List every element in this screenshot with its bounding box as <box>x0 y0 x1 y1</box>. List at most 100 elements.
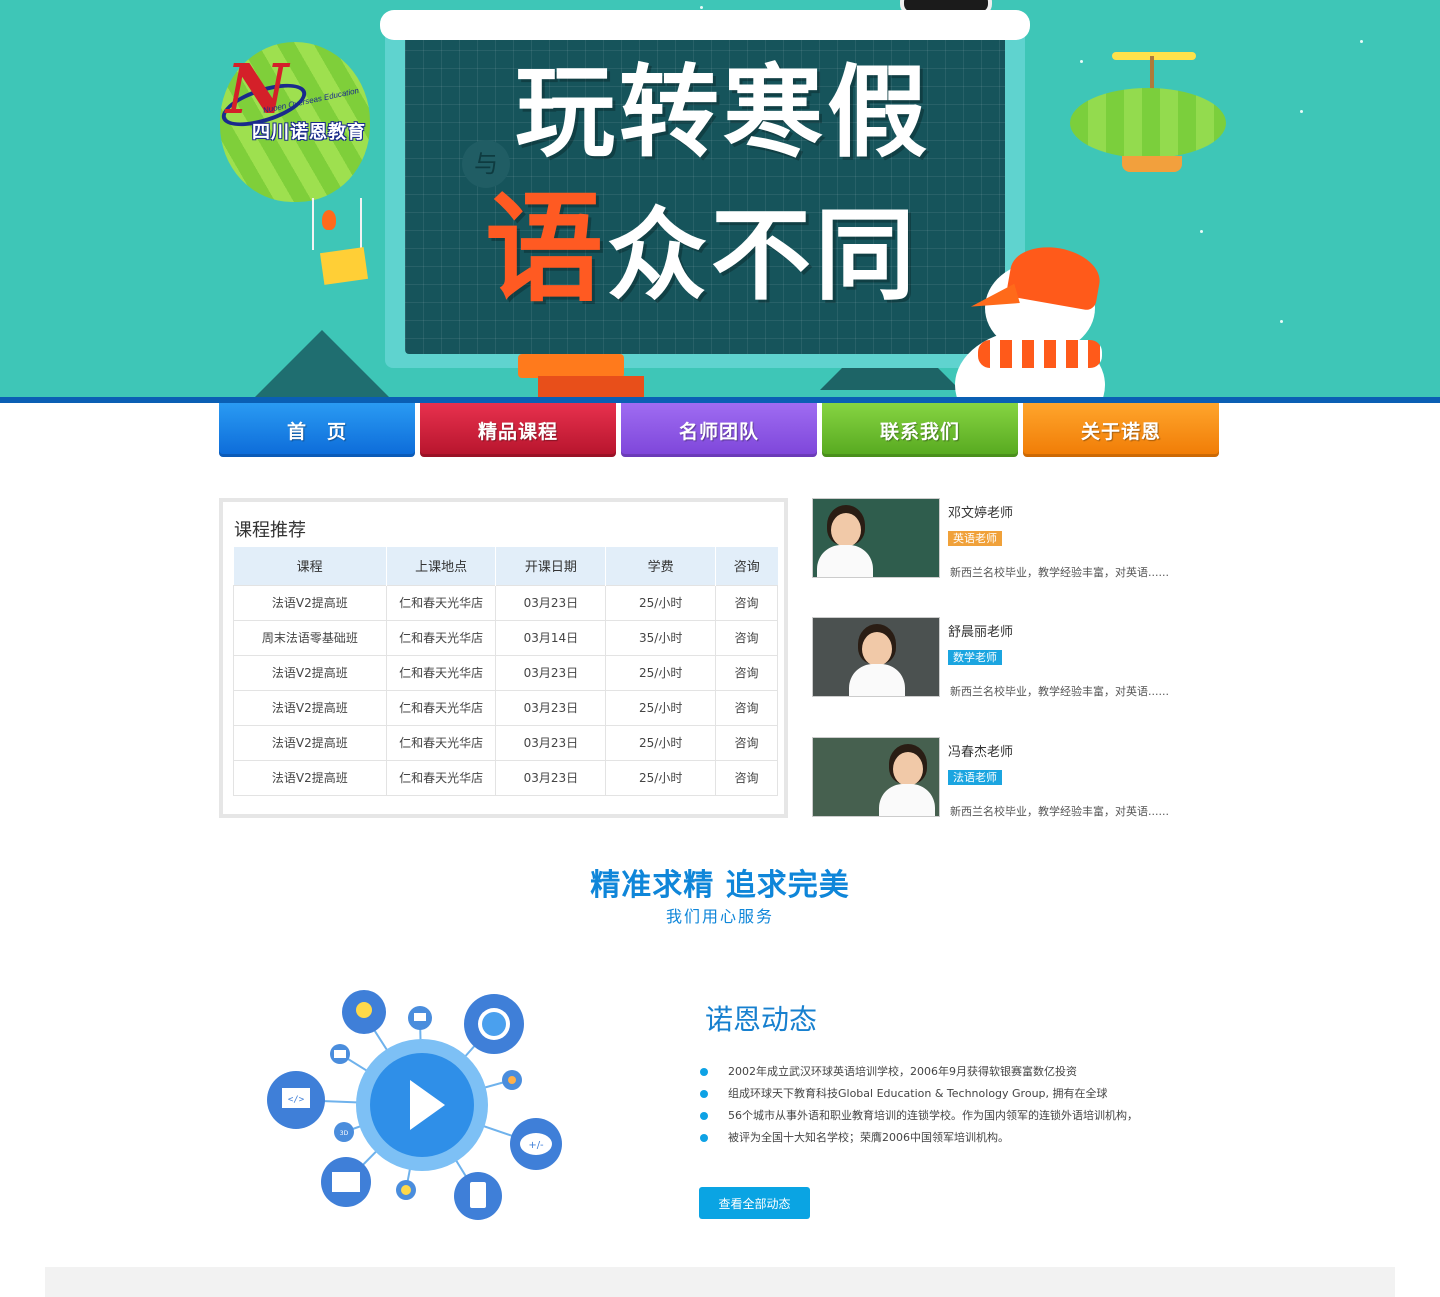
news-item: 被评为全国十大知名学校；荣膺2006中国领军培训机构。 <box>700 1129 1138 1151</box>
airship <box>1070 88 1226 158</box>
table-row: 法语V2提高班 仁和春天光华店 03月23日 25/小时 咨询 <box>233 724 778 761</box>
news-list: 2002年成立武汉环球英语培训学校，2006年9月获得软银赛富数亿投资 组成环球… <box>700 1063 1138 1151</box>
table-cell: 03月23日 <box>495 689 607 726</box>
news-item: 56个城市从事外语和职业教育培训的连锁学校。作为国内领军的连锁外语培训机构， <box>700 1107 1138 1129</box>
table-cell: 仁和春天光华店 <box>385 619 497 656</box>
consult-link[interactable]: 咨询 <box>715 619 778 656</box>
table-cell: 35/小时 <box>605 619 717 656</box>
table-cell: 03月23日 <box>495 724 607 761</box>
table-header-row: 课程 上课地点 开课日期 学费 咨询 <box>233 547 778 585</box>
table-row: 法语V2提高班 仁和春天光华店 03月23日 25/小时 咨询 <box>233 689 778 726</box>
math-label: +/- <box>528 1140 544 1151</box>
column-header: 学费 <box>605 547 717 585</box>
teacher-desc: 新西兰名校毕业，教学经验丰富，对英语...... <box>950 805 1169 818</box>
logo-letter[interactable]: N <box>226 56 288 124</box>
balloon-basket <box>319 247 369 285</box>
teacher-card[interactable]: 舒晨丽老师 数学老师 新西兰名校毕业，教学经验丰富，对英语...... <box>812 617 1212 698</box>
snowflake <box>1080 60 1083 63</box>
propeller-stick <box>1150 56 1154 90</box>
nav-teachers[interactable]: 名师团队 <box>621 403 817 457</box>
news-title: 诺恩动态 <box>705 1003 818 1036</box>
teacher-desc: 新西兰名校毕业，教学经验丰富，对英语...... <box>950 685 1169 698</box>
teacher-name[interactable]: 冯春杰老师 <box>948 741 1013 760</box>
column-header: 课程 <box>233 547 387 585</box>
table-cell: 法语V2提高班 <box>233 724 387 761</box>
logo-text[interactable]: 四川诺恩教育 <box>252 118 366 144</box>
table-cell: 03月23日 <box>495 654 607 691</box>
course-table: 课程 上课地点 开课日期 学费 咨询 法语V2提高班 仁和春天光华店 03月23日 2… <box>233 547 778 796</box>
teacher-photo[interactable] <box>812 737 940 817</box>
teacher-desc: 新西兰名校毕业，教学经验丰富，对英语...... <box>950 566 1169 579</box>
propeller-icon <box>1112 52 1196 60</box>
teacher-name[interactable]: 舒晨丽老师 <box>948 621 1013 640</box>
table-cell: 25/小时 <box>605 584 717 621</box>
table-cell: 25/小时 <box>605 654 717 691</box>
table-row: 法语V2提高班 仁和春天光华店 03月23日 25/小时 咨询 <box>233 584 778 621</box>
snowflake <box>1200 230 1203 233</box>
teacher-name[interactable]: 邓文婷老师 <box>948 502 1013 521</box>
teacher-card[interactable]: 冯春杰老师 法语老师 新西兰名校毕业，教学经验丰富，对英语...... <box>812 737 1212 818</box>
nav-contact[interactable]: 联系我们 <box>822 403 1018 457</box>
table-cell: 25/小时 <box>605 759 717 796</box>
consult-link[interactable]: 咨询 <box>715 724 778 761</box>
table-cell: 25/小时 <box>605 689 717 726</box>
teacher-tag: 数学老师 <box>948 650 1002 665</box>
view-all-news-button[interactable]: 查看全部动态 <box>699 1187 810 1219</box>
column-header: 咨询 <box>715 547 778 585</box>
snowflake <box>700 6 703 9</box>
table-cell: 法语V2提高班 <box>233 689 387 726</box>
course-recommendation: 课程推荐 课程 上课地点 开课日期 学费 咨询 法语V2提高班 仁和春天光华店 03… <box>219 498 788 818</box>
table-cell: 仁和春天光华店 <box>385 759 497 796</box>
service-network-graphic: </> +/- 3D <box>267 990 562 1220</box>
consult-link[interactable]: 咨询 <box>715 689 778 726</box>
table-cell: 仁和春天光华店 <box>385 584 497 621</box>
table-row: 法语V2提高班 仁和春天光华店 03月23日 25/小时 咨询 <box>233 759 778 796</box>
news-item: 2002年成立武汉环球英语培训学校，2006年9月获得软银赛富数亿投资 <box>700 1063 1138 1085</box>
teacher-photo[interactable] <box>812 617 940 697</box>
flame-icon <box>322 210 336 230</box>
nav-home[interactable]: 首 页 <box>219 403 415 457</box>
snowflake <box>1360 40 1363 43</box>
banner-title-line2: 语众不同 <box>485 190 919 308</box>
consult-link[interactable]: 咨询 <box>715 759 778 796</box>
board-snow-cap <box>380 10 1030 40</box>
books-icon <box>538 376 644 398</box>
teacher-photo[interactable] <box>812 498 940 578</box>
table-row: 周末法语零基础班 仁和春天光华店 03月14日 35/小时 咨询 <box>233 619 778 656</box>
slogan-subtitle: 我们用心服务 <box>665 907 774 926</box>
nav-courses[interactable]: 精品课程 <box>420 403 616 457</box>
snowman-scarf <box>978 340 1102 368</box>
news-item: 组成环球天下教育科技Global Education & Technology … <box>700 1085 1138 1107</box>
table-cell: 03月23日 <box>495 759 607 796</box>
consult-link[interactable]: 咨询 <box>715 654 778 691</box>
table-cell: 法语V2提高班 <box>233 654 387 691</box>
table-cell: 03月14日 <box>495 619 607 656</box>
consult-link[interactable]: 咨询 <box>715 584 778 621</box>
balloon-rope <box>312 198 362 250</box>
teacher-tag: 英语老师 <box>948 531 1002 546</box>
table-cell: 03月23日 <box>495 584 607 621</box>
teacher-card[interactable]: 邓文婷老师 英语老师 新西兰名校毕业，教学经验丰富，对英语...... <box>812 498 1212 579</box>
snowflake <box>1300 110 1303 113</box>
slogan-title: 精准求精 追求完美 <box>590 868 850 903</box>
column-header: 上课地点 <box>386 547 497 585</box>
snowflake <box>1280 320 1283 323</box>
course-title: 课程推荐 <box>234 520 306 541</box>
main-nav: 首 页 精品课程 名师团队 联系我们 关于诺恩 <box>219 403 1219 457</box>
books-icon <box>518 354 624 378</box>
table-cell: 仁和春天光华店 <box>385 724 497 761</box>
table-cell: 法语V2提高班 <box>233 759 387 796</box>
banner-title-rest: 众不同 <box>607 196 920 314</box>
nav-about[interactable]: 关于诺恩 <box>1023 403 1219 457</box>
hero-banner: 与 玩转寒假 语众不同 N Nuoen Overseas Education 四… <box>0 0 1440 398</box>
table-cell: 周末法语零基础班 <box>233 619 387 656</box>
airship-gondola <box>1122 156 1182 172</box>
code-label: </> <box>288 1095 305 1105</box>
pine-tree <box>252 330 392 398</box>
table-cell: 法语V2提高班 <box>233 584 387 621</box>
banner-title-highlight: 语 <box>485 179 608 318</box>
badge-label: 3D <box>340 1130 349 1137</box>
column-header: 开课日期 <box>495 547 607 585</box>
banner-title-line1: 玩转寒假 <box>515 53 931 171</box>
teacher-tag: 法语老师 <box>948 770 1002 785</box>
